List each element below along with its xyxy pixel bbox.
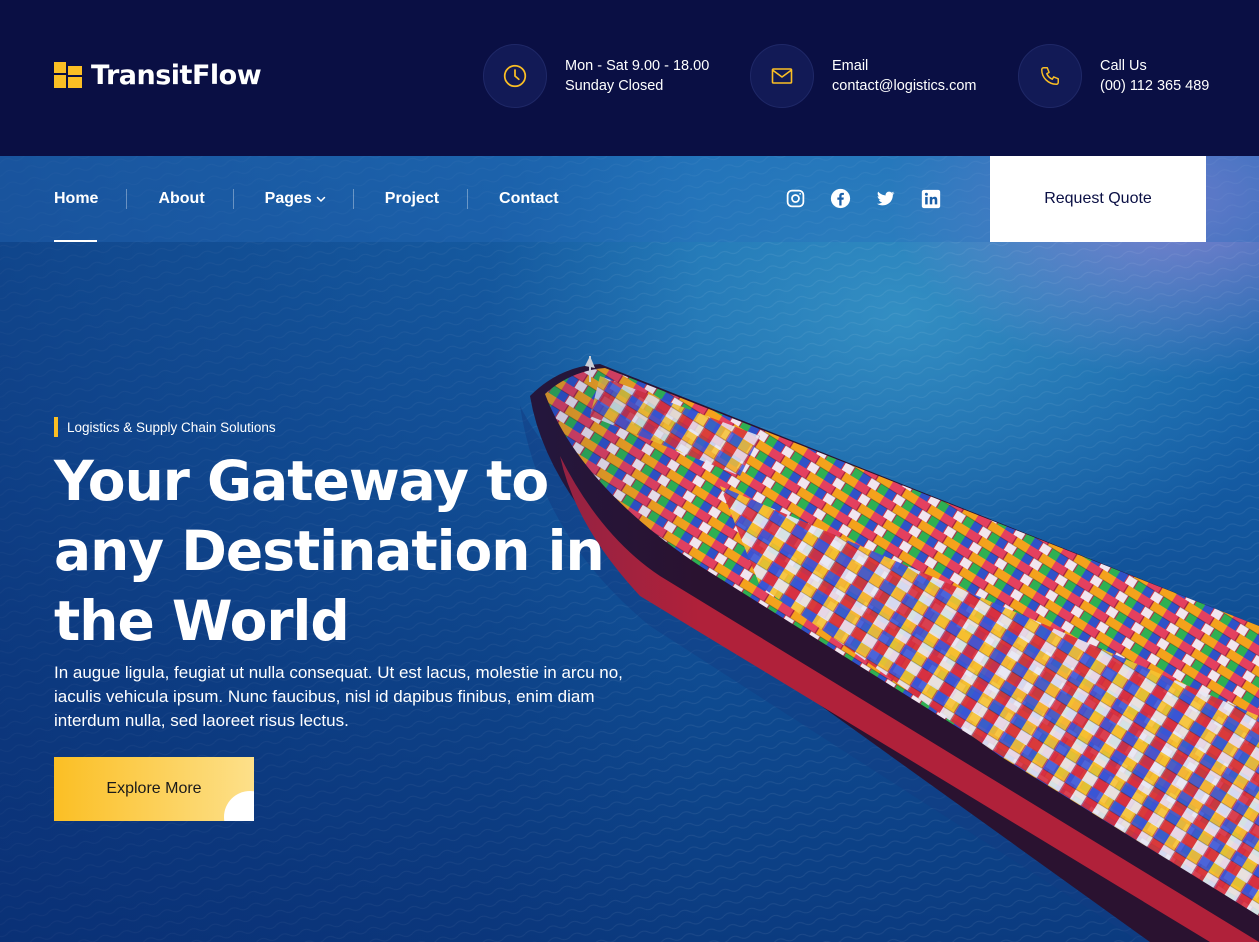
nav-project-label: Project: [384, 190, 440, 207]
nav-divider: [232, 189, 234, 209]
email-address[interactable]: contact@logistics.com: [832, 76, 976, 96]
active-indicator: [54, 240, 97, 242]
logo-text: TransitFlow: [91, 59, 262, 91]
eyebrow-text: Logistics & Supply Chain Solutions: [67, 419, 276, 435]
hero-description: In augue ligula, feugiat ut nulla conseq…: [54, 663, 623, 730]
email-label: Email: [832, 58, 869, 74]
nav-home[interactable]: Home: [54, 156, 98, 242]
clock-icon: [483, 44, 547, 108]
explore-more-button[interactable]: Explore More: [54, 757, 254, 821]
hours-info: Mon - Sat 9.00 - 18.00 Sunday Closed: [483, 44, 709, 108]
eyebrow-accent-bar: [54, 417, 58, 437]
linkedin-icon[interactable]: [920, 188, 941, 209]
nav-project[interactable]: Project: [385, 156, 439, 242]
nav-divider: [352, 189, 354, 209]
instagram-icon[interactable]: [785, 188, 806, 209]
hero-title: Your Gateway to any Destination in the W…: [54, 446, 674, 656]
hours-weekdays: Mon - Sat 9.00 - 18.00: [565, 58, 710, 74]
chevron-down-icon: [316, 196, 326, 203]
mail-icon: [750, 44, 814, 108]
hero-title-line: the World: [54, 589, 350, 653]
facebook-icon[interactable]: [830, 188, 851, 209]
email-info: Email contact@logistics.com: [750, 44, 976, 108]
phone-number[interactable]: (00) 112 365 489: [1100, 76, 1209, 96]
nav-divider: [467, 189, 469, 209]
hours-sunday: Sunday Closed: [565, 78, 664, 94]
nav-about[interactable]: About: [158, 156, 204, 242]
logo-mark-icon: [54, 62, 83, 88]
nav-contact[interactable]: Contact: [499, 156, 559, 242]
phone-info: Call Us (00) 112 365 489: [1018, 44, 1209, 108]
hero-section: Home About Pages Project Contact Request…: [0, 156, 1259, 942]
hero-eyebrow: Logistics & Supply Chain Solutions: [54, 416, 276, 438]
nav-divider: [126, 189, 128, 209]
nav-about-label: About: [158, 190, 205, 207]
top-header: TransitFlow Mon - Sat 9.00 - 18.00 Sunda…: [0, 0, 1259, 156]
twitter-icon[interactable]: [875, 188, 896, 209]
phone-icon: [1018, 44, 1082, 108]
main-navigation: Home About Pages Project Contact Request…: [0, 156, 1259, 242]
button-corner-decoration: [224, 791, 254, 821]
request-quote-button[interactable]: Request Quote: [990, 156, 1206, 242]
nav-pages-label: Pages: [264, 190, 312, 207]
hero-title-line: Your Gateway to: [54, 449, 549, 513]
nav-home-label: Home: [54, 190, 99, 207]
phone-label: Call Us: [1100, 58, 1147, 74]
nav-pages[interactable]: Pages: [265, 156, 327, 242]
hero-title-line: any Destination in: [54, 519, 605, 583]
explore-more-label: Explore More: [106, 780, 202, 797]
logo[interactable]: TransitFlow: [54, 58, 262, 92]
social-links: [785, 188, 941, 209]
nav-contact-label: Contact: [499, 190, 559, 207]
